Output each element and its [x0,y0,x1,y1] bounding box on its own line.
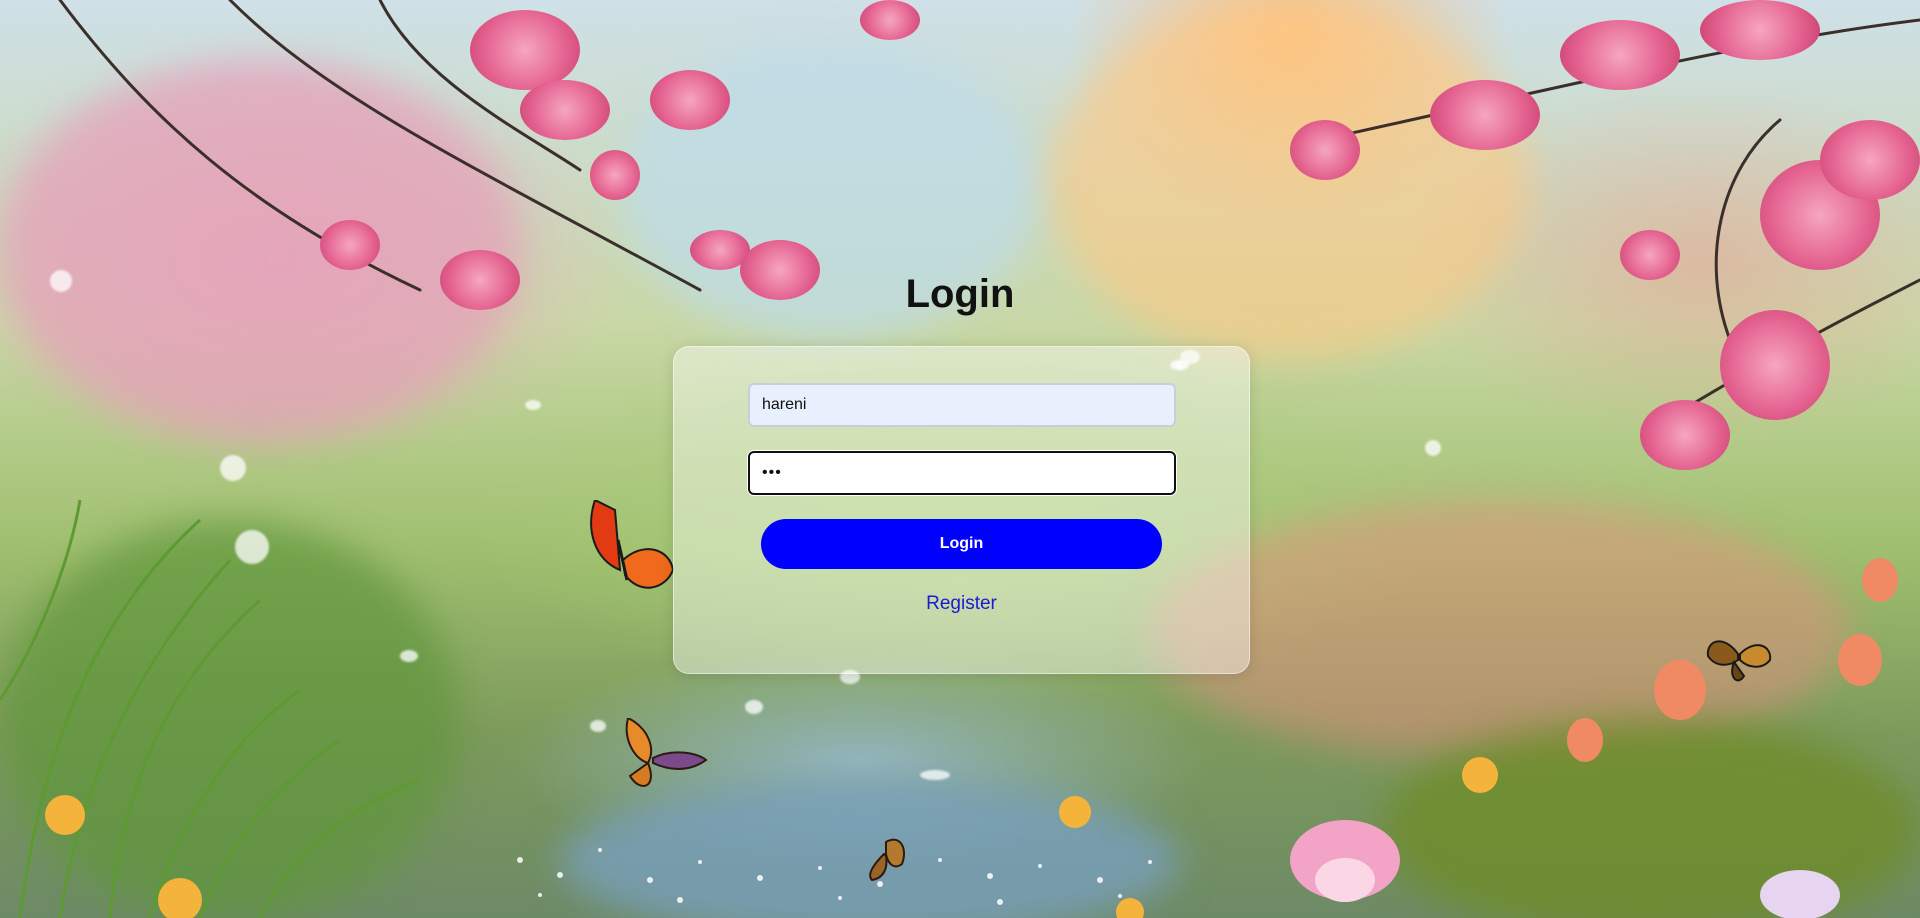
background-scene: Login Login Register [0,0,1920,918]
password-input[interactable] [748,451,1176,495]
butterfly-orange-icon [625,718,708,787]
butterfly-red-icon [590,500,675,589]
login-button[interactable]: Login [761,519,1162,569]
page-title: Login [905,272,1015,316]
username-input[interactable] [748,383,1176,427]
register-link[interactable]: Register [674,593,1249,615]
login-card: Login Register [673,346,1250,674]
butterfly-monarch-icon [1706,640,1772,682]
butterfly-brown-icon [869,838,905,882]
